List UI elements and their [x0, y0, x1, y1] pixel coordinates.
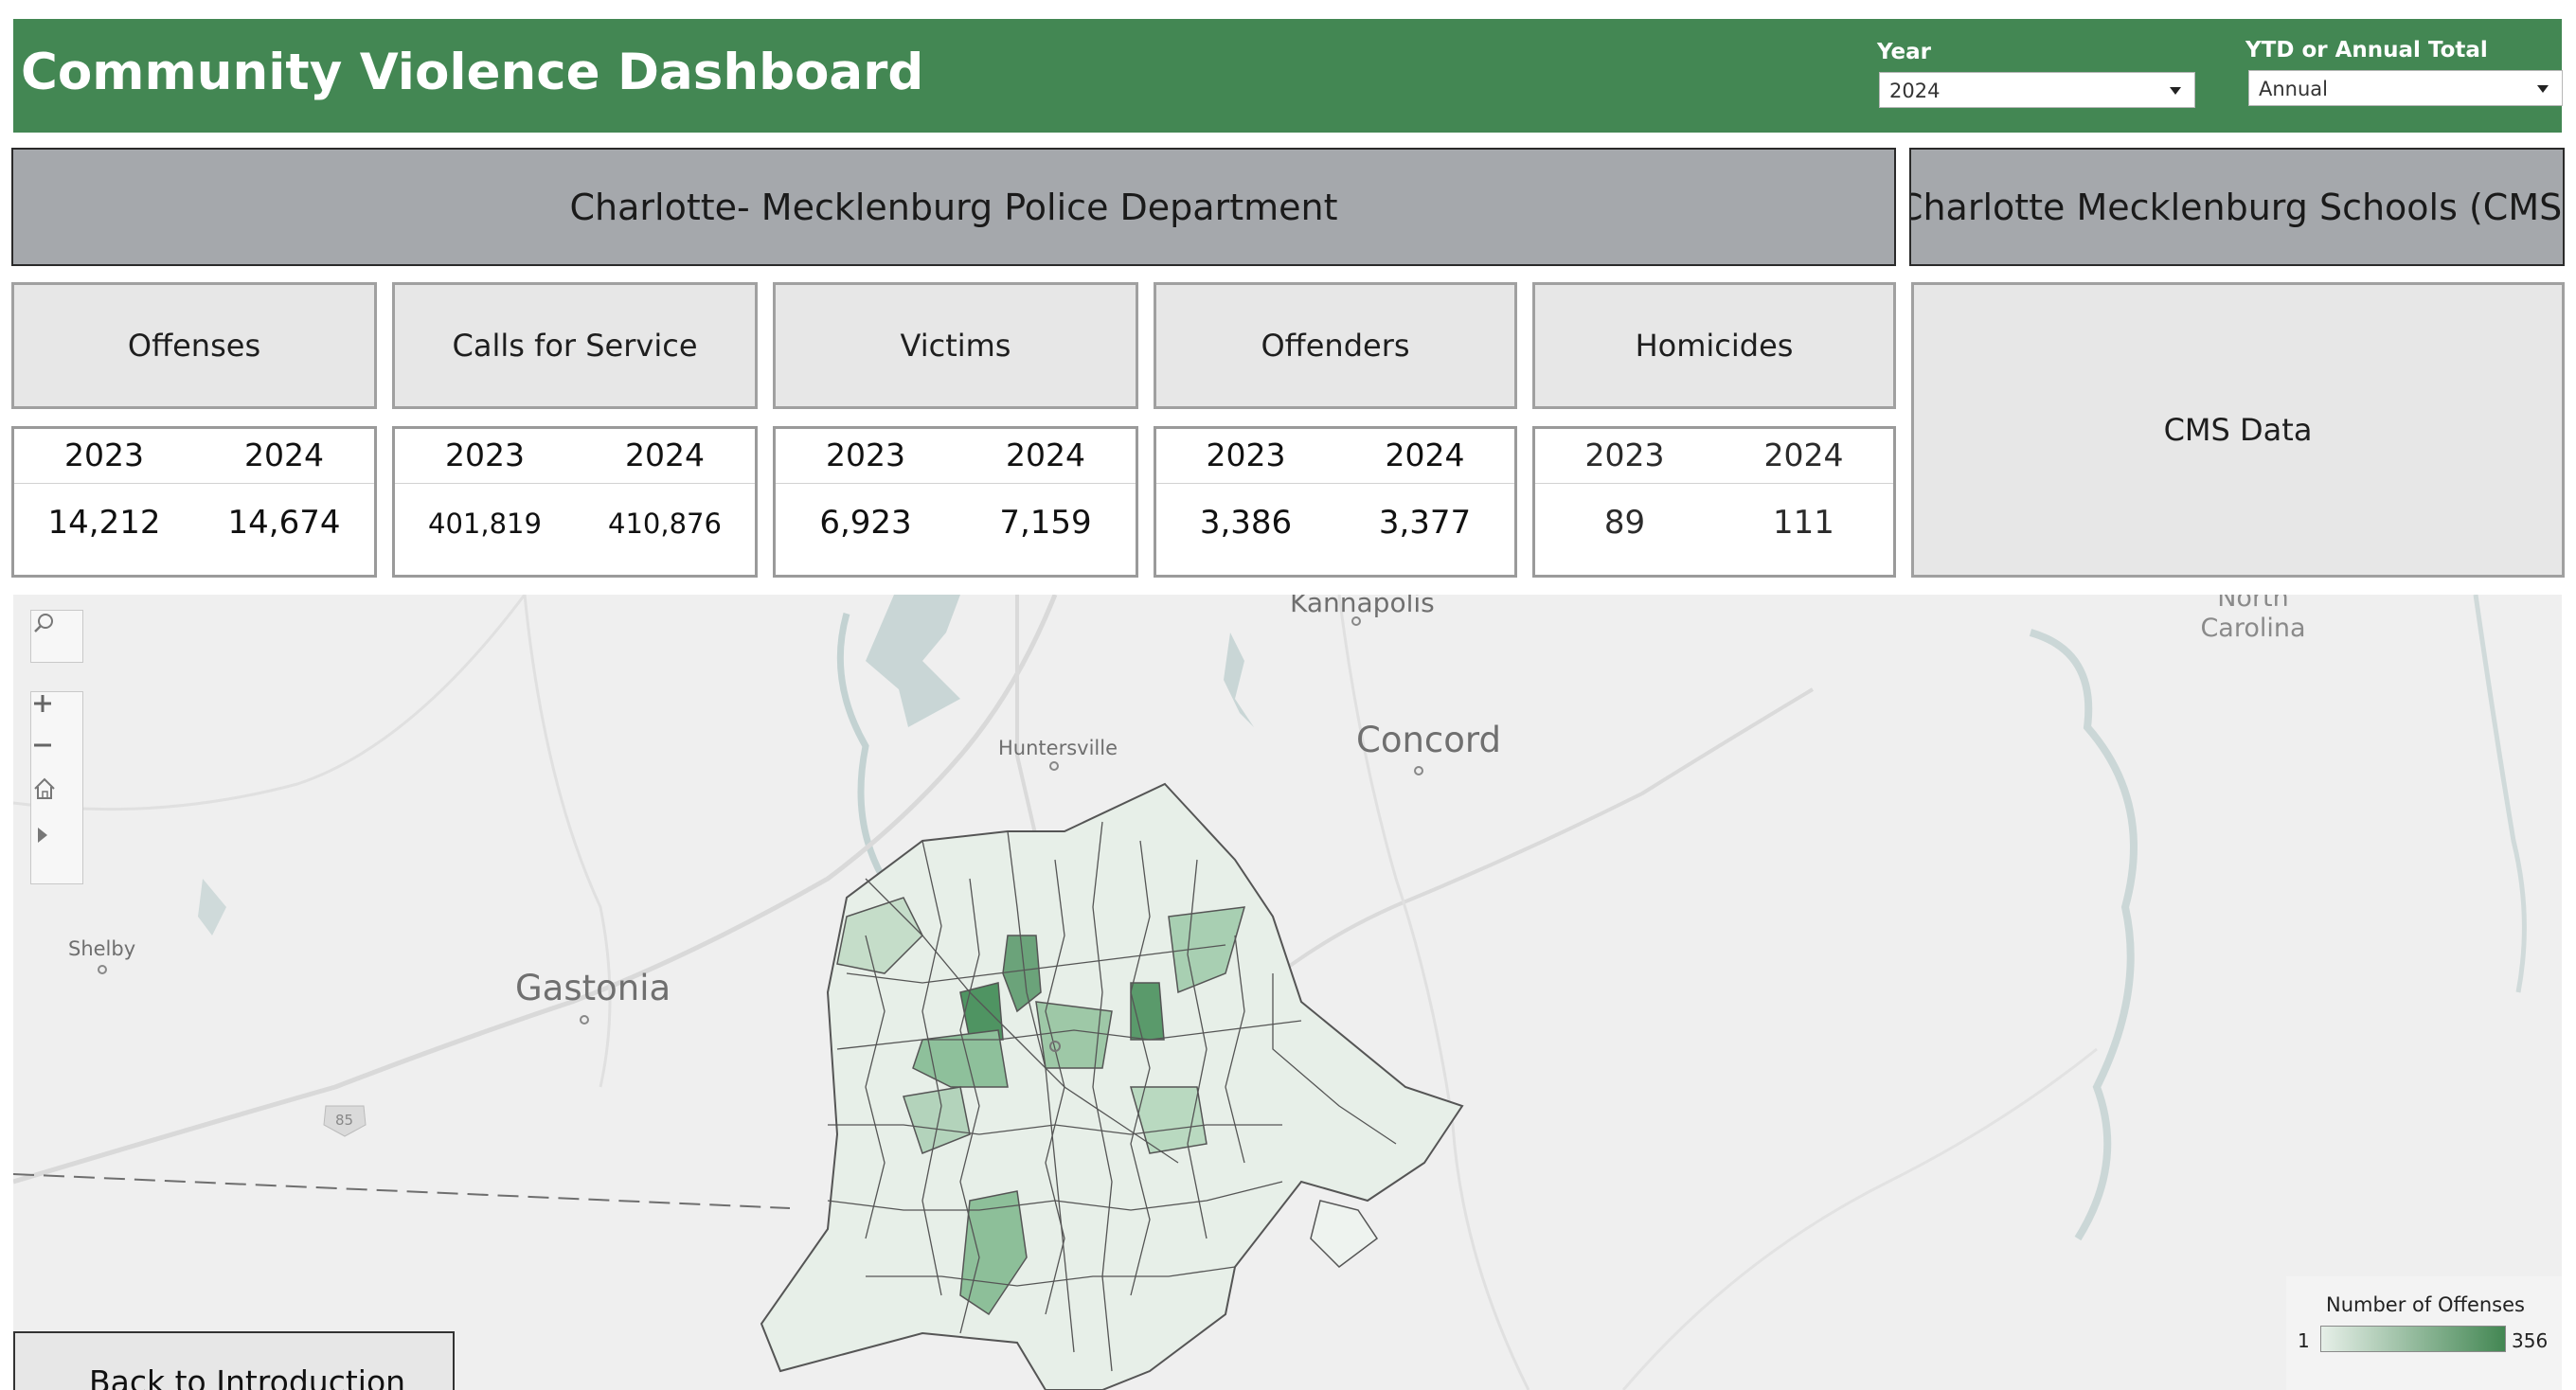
offenses-tile-button[interactable]: Offenses: [11, 282, 377, 409]
cms-data-label: CMS Data: [2163, 412, 2313, 448]
place-label-gastonia: Gastonia: [515, 968, 671, 1008]
lake-norman-shape: [866, 595, 960, 727]
search-icon: [34, 614, 53, 633]
homicides-tile-label: Homicides: [1635, 328, 1794, 364]
stat-value: 14,212: [47, 504, 161, 542]
year-filter-label: Year: [1877, 40, 1932, 64]
yadkin-river-line: [2029, 629, 2138, 1241]
cms-section-button[interactable]: Charlotte Mecklenburg Schools (CMS): [1909, 148, 2565, 266]
road-line: [13, 595, 527, 811]
place-label-kannapolis: Kannapolis: [1290, 595, 1435, 618]
city-dot-icon: [1049, 761, 1059, 771]
road-line: [1621, 1047, 2098, 1390]
place-label-huntersville: Huntersville: [998, 737, 1118, 759]
stat-value: 3,386: [1199, 504, 1293, 542]
cmpd-section-button[interactable]: Charlotte- Mecklenburg Police Department: [11, 148, 1896, 266]
victims-tile-label: Victims: [900, 328, 1011, 364]
zoom-in-button[interactable]: [31, 692, 82, 734]
zoom-out-button[interactable]: [31, 734, 82, 775]
dropdown-caret-icon: [2170, 87, 2181, 95]
cms-section-label: Charlotte Mecklenburg Schools (CMS): [1909, 186, 2565, 228]
neighborhood-shape[interactable]: [1310, 1200, 1379, 1268]
city-dot-icon: [98, 965, 107, 974]
year-label: 2023: [64, 437, 144, 473]
year-label: 2024: [244, 437, 324, 473]
offenses-tile-label: Offenses: [127, 328, 261, 364]
lake-shape: [1224, 633, 1254, 727]
city-dot-icon: [1414, 766, 1423, 775]
map-zoom-controls: [30, 691, 83, 884]
homicides-stats: 2023 2024 89 111: [1532, 426, 1896, 578]
stat-value: 3,377: [1378, 504, 1472, 542]
year-label: 2024: [625, 437, 705, 473]
zoom-in-icon: [34, 695, 51, 712]
state-border-line: [13, 1173, 791, 1209]
stat-value: 89: [1603, 504, 1646, 542]
period-select[interactable]: Annual: [2248, 70, 2563, 106]
year-select-value: 2024: [1889, 80, 1941, 102]
road-line: [1337, 595, 1530, 1390]
cms-data-button[interactable]: CMS Data: [1911, 282, 2565, 578]
period-filter-label: YTD or Annual Total: [2245, 38, 2488, 62]
offenses-stats: 2023 2024 14,212 14,674: [11, 426, 377, 578]
map-expand-button[interactable]: [31, 825, 82, 866]
year-select[interactable]: 2024: [1879, 72, 2195, 108]
stat-value: 410,876: [608, 508, 722, 540]
calls-for-service-tile-button[interactable]: Calls for Service: [392, 282, 758, 409]
river-line: [2473, 595, 2527, 993]
offenders-tile-label: Offenders: [1261, 328, 1410, 364]
year-label: 2024: [1763, 437, 1844, 473]
stat-value: 14,674: [227, 504, 341, 542]
year-label: 2023: [826, 437, 905, 473]
homicides-tile-button[interactable]: Homicides: [1532, 282, 1896, 409]
year-label: 2023: [445, 437, 525, 473]
victims-stats: 2023 2024 6,923 7,159: [773, 426, 1138, 578]
map-search-button[interactable]: [30, 610, 83, 663]
offenders-stats: 2023 2024 3,386 3,377: [1154, 426, 1517, 578]
play-icon: [38, 828, 47, 843]
city-dot-icon: [1351, 616, 1361, 626]
page-title: Community Violence Dashboard: [21, 44, 924, 101]
offenders-tile-button[interactable]: Offenders: [1154, 282, 1517, 409]
back-to-introduction-button[interactable]: Back to Introduction: [13, 1331, 455, 1390]
dashboard-header: Community Violence Dashboard Year 2024 Y…: [13, 19, 2563, 133]
legend-color-ramp: [2320, 1326, 2506, 1352]
cmpd-section-label: Charlotte- Mecklenburg Police Department: [569, 186, 1338, 228]
mecklenburg-county-shape[interactable]: [760, 782, 1464, 1390]
map-legend: Number of Offenses 1 356: [2286, 1276, 2562, 1390]
victims-tile-button[interactable]: Victims: [773, 282, 1138, 409]
stat-value: 6,923: [819, 504, 912, 542]
legend-min-label: 1: [2298, 1329, 2310, 1352]
year-label: 2023: [1206, 437, 1286, 473]
place-label-north-carolina: North Carolina: [2200, 595, 2306, 643]
back-to-introduction-label: Back to Introduction: [89, 1363, 406, 1390]
place-label-concord: Concord: [1356, 720, 1501, 760]
interstate-shield-label: 85: [335, 1112, 354, 1129]
place-label-shelby: Shelby: [68, 937, 136, 960]
map-background: [13, 595, 2527, 1390]
zoom-out-icon: [34, 743, 51, 747]
lake-shape: [198, 879, 226, 936]
year-label: 2023: [1584, 437, 1665, 473]
stat-value: 7,159: [999, 504, 1092, 542]
legend-max-label: 356: [2512, 1329, 2549, 1352]
map-home-button[interactable]: [31, 775, 82, 817]
city-dot-icon: [580, 1015, 589, 1025]
year-label: 2024: [1385, 437, 1465, 473]
stat-value: 111: [1773, 504, 1834, 542]
legend-title: Number of Offenses: [2326, 1293, 2525, 1316]
calls-for-service-stats: 2023 2024 401,819 410,876: [392, 426, 758, 578]
year-label: 2024: [1006, 437, 1085, 473]
calls-for-service-tile-label: Calls for Service: [452, 328, 698, 364]
period-select-value: Annual: [2259, 78, 2328, 100]
offenses-choropleth-map[interactable]: Kannapolis North Carolina Huntersville C…: [13, 595, 2562, 1390]
stat-value: 401,819: [428, 508, 542, 540]
dropdown-caret-icon: [2537, 85, 2549, 93]
home-icon: [34, 777, 55, 799]
